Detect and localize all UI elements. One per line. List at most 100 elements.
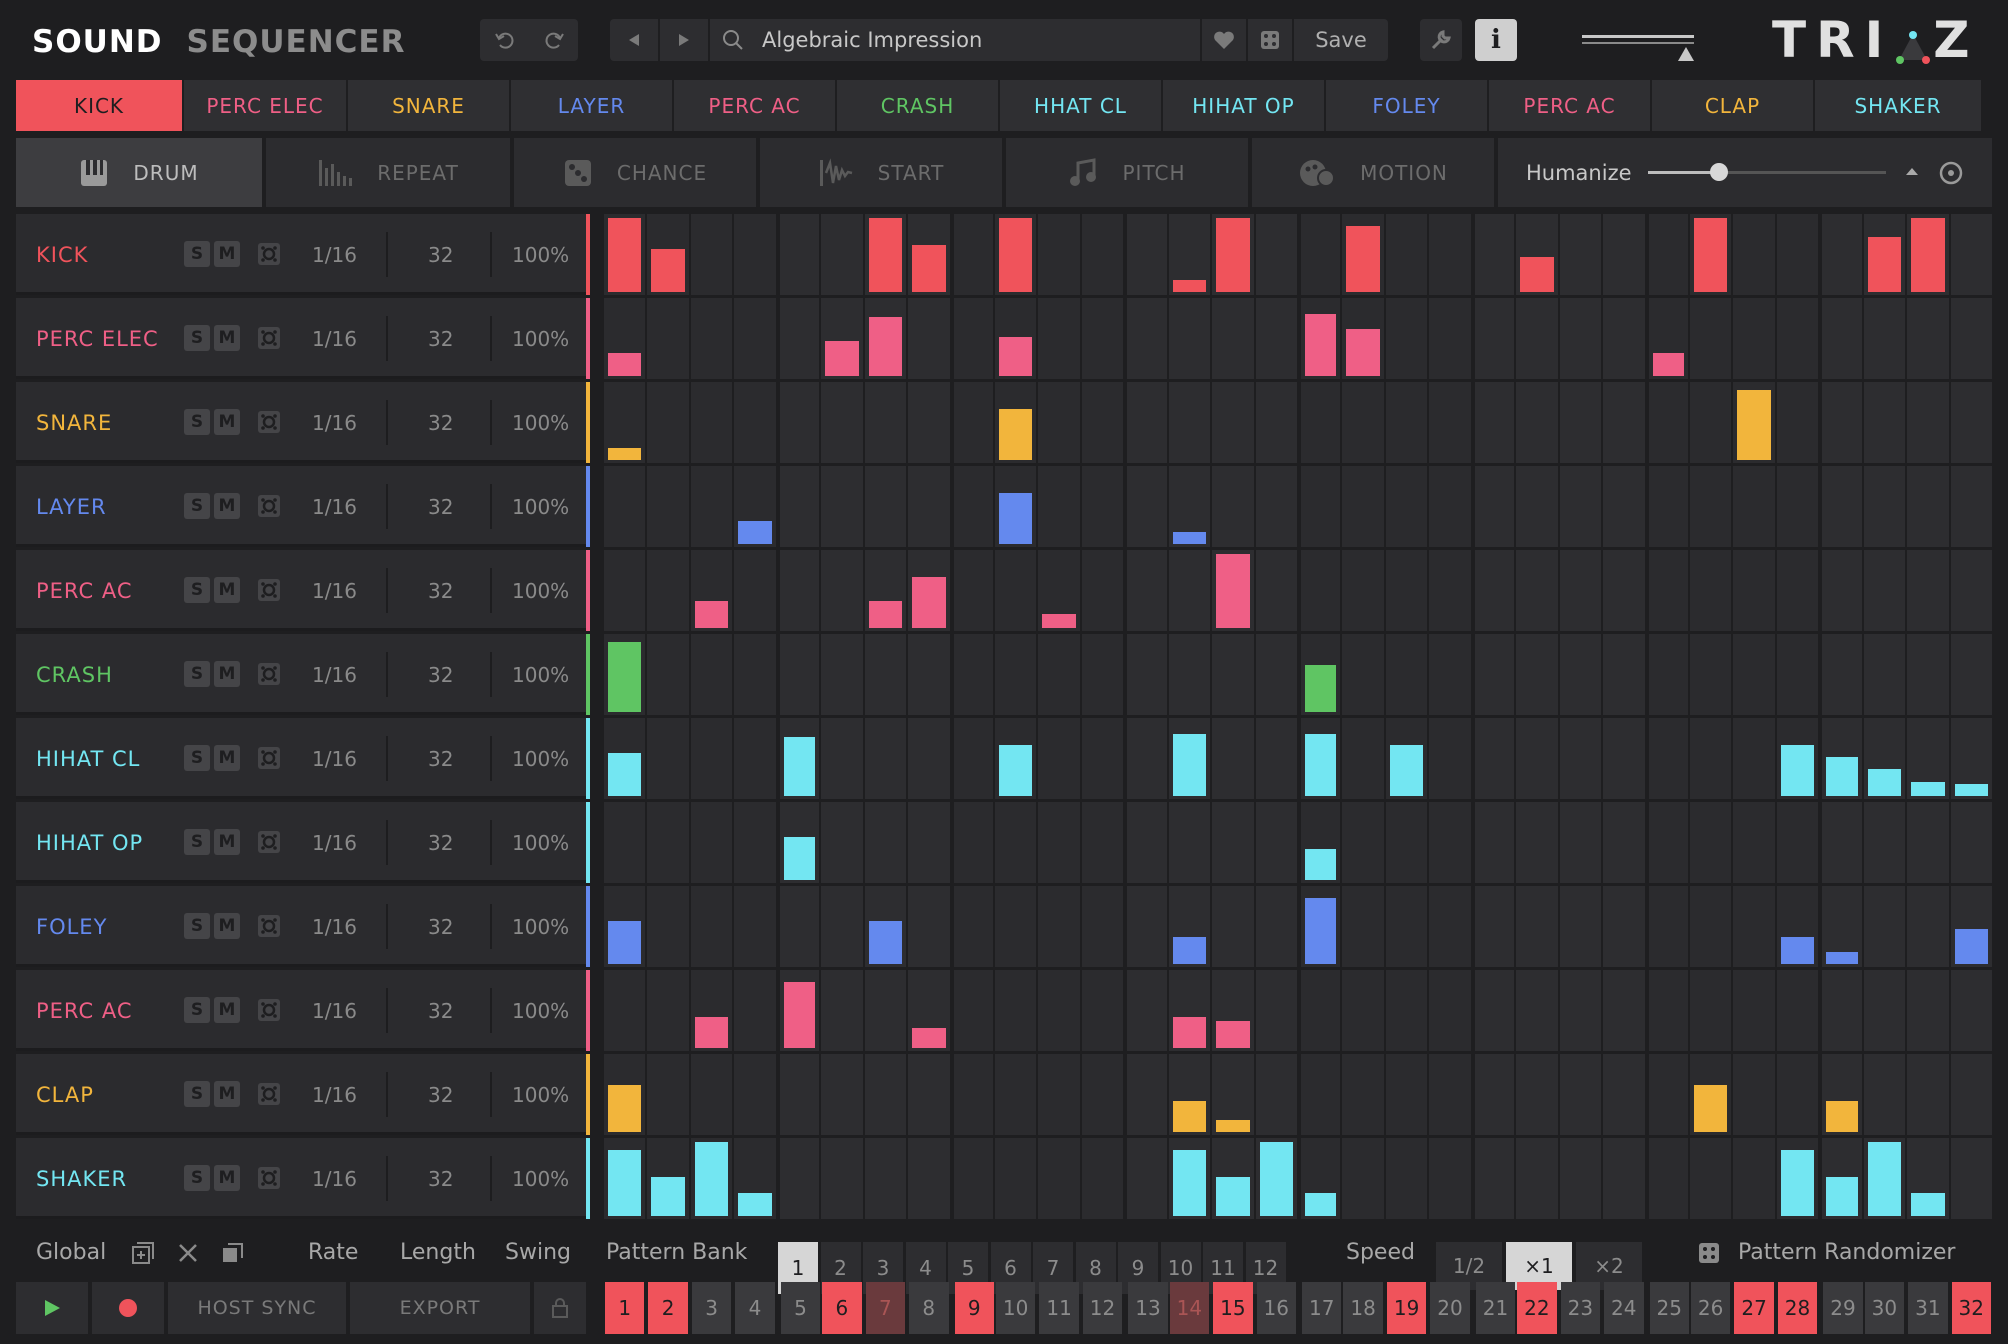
step-velocity-bar[interactable] [1216,1021,1250,1048]
step-cell[interactable] [1038,214,1080,295]
step-number-23[interactable]: 23 [1560,1282,1601,1334]
step-velocity-bar[interactable] [783,737,816,796]
step-cell[interactable] [1863,970,1906,1051]
step-cell[interactable] [994,970,1037,1051]
step-number-16[interactable]: 16 [1256,1282,1296,1334]
mute-button[interactable]: M [214,409,240,435]
step-cell[interactable] [1733,1054,1775,1135]
step-cell[interactable] [1950,298,1992,379]
step-cell[interactable] [1342,214,1384,295]
step-cell[interactable] [1342,970,1384,1051]
step-cell[interactable] [647,382,689,463]
step-velocity-bar[interactable] [1911,218,1945,292]
mute-button[interactable]: M [214,745,240,771]
track-swing[interactable]: 100% [512,1054,569,1135]
step-cell[interactable] [1822,802,1862,883]
step-cell[interactable] [1301,802,1341,883]
step-cell[interactable] [953,886,993,967]
step-velocity-bar[interactable] [608,1150,642,1216]
step-cell[interactable] [1950,1054,1992,1135]
track-rate[interactable]: 1/16 [312,1138,357,1219]
step-cell[interactable] [604,298,646,379]
step-cell[interactable] [908,298,950,379]
step-cell[interactable] [864,1138,907,1219]
step-cell[interactable] [1168,1054,1211,1135]
step-cell[interactable] [1907,298,1949,379]
step-cell[interactable] [779,634,820,715]
step-cell[interactable] [1474,718,1515,799]
step-velocity-bar[interactable] [694,1142,729,1216]
step-number-29[interactable]: 29 [1823,1282,1863,1334]
step-cell[interactable] [1776,382,1819,463]
wrench-icon[interactable] [1420,19,1462,61]
step-cell[interactable] [647,718,689,799]
step-cell[interactable] [1474,802,1515,883]
step-cell[interactable] [1516,550,1558,631]
step-cell[interactable] [1559,298,1602,379]
step-cell[interactable] [1733,1138,1775,1219]
step-cell[interactable] [604,550,646,631]
step-number-9[interactable]: 9 [954,1282,994,1334]
step-cell[interactable] [647,466,689,547]
step-cell[interactable] [1516,1054,1558,1135]
step-cell[interactable] [1127,718,1167,799]
step-cell[interactable] [1474,382,1515,463]
step-cell[interactable] [1648,214,1688,295]
step-cell[interactable] [864,802,907,883]
randomize-track-icon[interactable] [256,325,282,351]
step-number-21[interactable]: 21 [1475,1282,1516,1334]
step-cell[interactable] [821,298,863,379]
step-cell[interactable] [908,970,950,1051]
step-velocity-bar[interactable] [1780,745,1815,796]
solo-button[interactable]: S [184,241,210,267]
mute-button[interactable]: M [214,493,240,519]
step-velocity-bar[interactable] [868,921,903,964]
step-cell[interactable] [1822,214,1862,295]
track-rate[interactable]: 1/16 [312,970,357,1051]
step-cell[interactable] [1950,1138,1992,1219]
step-cell[interactable] [864,382,907,463]
step-cell[interactable] [1516,466,1558,547]
step-cell[interactable] [647,214,689,295]
step-cell[interactable] [908,214,950,295]
step-cell[interactable] [1429,970,1471,1051]
step-velocity-bar[interactable] [825,341,859,376]
step-number-28[interactable]: 28 [1777,1282,1818,1334]
step-cell[interactable] [1689,1054,1732,1135]
step-cell[interactable] [1863,550,1906,631]
step-velocity-bar[interactable] [1954,784,1988,796]
step-cell[interactable] [953,718,993,799]
tab-hihat-op[interactable]: HIHAT OP [1163,80,1324,131]
step-cell[interactable] [1429,298,1471,379]
step-cell[interactable] [1038,466,1080,547]
prev-preset-button[interactable] [610,19,660,61]
step-cell[interactable] [1385,970,1428,1051]
randomize-track-icon[interactable] [256,1165,282,1191]
step-number-20[interactable]: 20 [1430,1282,1470,1334]
step-velocity-bar[interactable] [998,337,1033,376]
step-cell[interactable] [1689,550,1732,631]
track-row-hihat-cl[interactable]: HIHAT CL S M 1/16 32 100% [16,718,590,799]
step-cell[interactable] [1429,1138,1471,1219]
step-velocity-bar[interactable] [1172,734,1207,796]
step-number-7[interactable]: 7 [865,1282,906,1334]
step-number-15[interactable]: 15 [1213,1282,1253,1334]
mode-drum[interactable]: DRUM [16,138,262,207]
step-cell[interactable] [779,466,820,547]
step-cell[interactable] [1127,382,1167,463]
step-cell[interactable] [604,214,646,295]
step-cell[interactable] [1255,886,1297,967]
step-cell[interactable] [1255,634,1297,715]
save-button[interactable]: Save [1292,19,1388,61]
step-cell[interactable] [821,718,863,799]
step-cell[interactable] [1733,634,1775,715]
step-cell[interactable] [1603,970,1645,1051]
step-cell[interactable] [1822,886,1862,967]
solo-button[interactable]: S [184,493,210,519]
randomize-track-icon[interactable] [256,577,282,603]
step-cell[interactable] [1648,382,1688,463]
step-cell[interactable] [1168,634,1211,715]
step-cell[interactable] [821,1138,863,1219]
step-velocity-bar[interactable] [868,218,903,292]
step-cell[interactable] [779,802,820,883]
